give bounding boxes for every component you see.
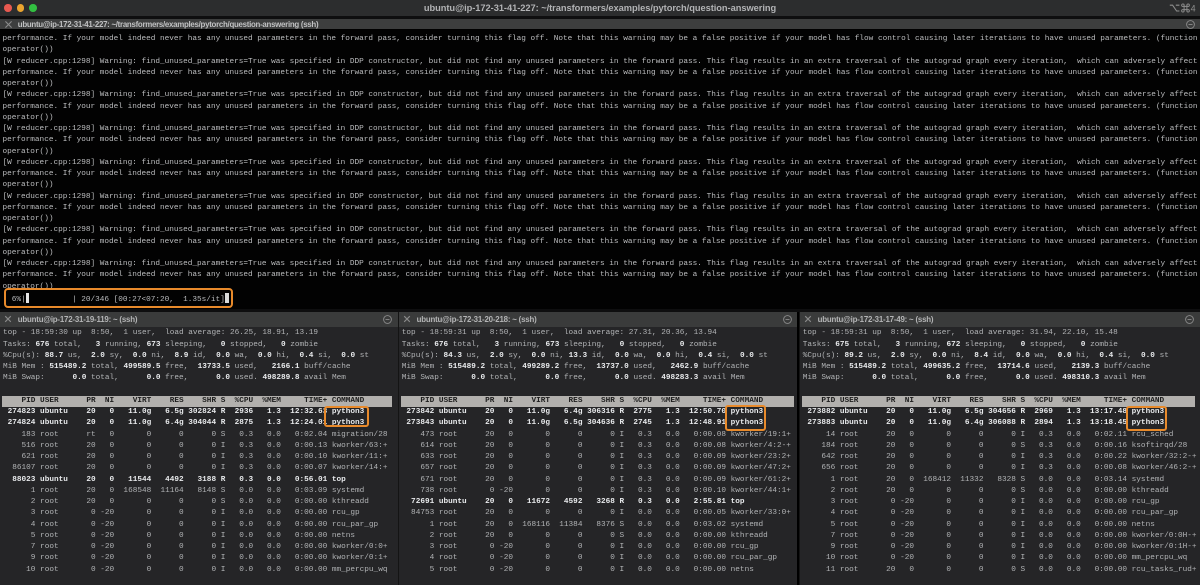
svg-text:4: 4 xyxy=(1191,4,1196,13)
